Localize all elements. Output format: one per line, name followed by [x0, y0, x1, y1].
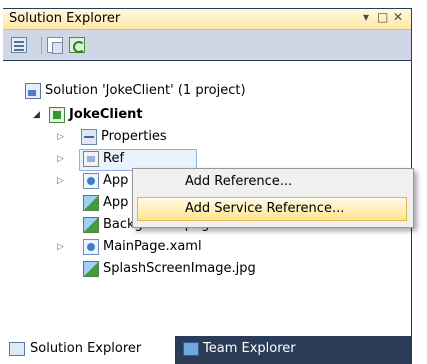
tab-label: Team Explorer [203, 341, 296, 356]
dropdown-icon[interactable]: ▾ [363, 10, 369, 24]
expand-icon[interactable]: ▷ [57, 149, 64, 169]
solution-node[interactable]: Solution 'JokeClient' (1 project) [3, 81, 403, 101]
solution-icon [25, 83, 41, 99]
image-file-icon [83, 261, 99, 277]
panel-title-bar[interactable]: Solution Explorer ▾ □ ✕ [3, 9, 411, 30]
toolbar [3, 30, 411, 60]
show-all-files-icon[interactable] [47, 37, 63, 54]
tab-label: Solution Explorer [30, 341, 142, 356]
tree-item-label: Ref [103, 151, 125, 166]
toolbar-separator [41, 37, 42, 54]
project-node[interactable]: ◢ JokeClient [3, 105, 403, 125]
tree-item-mainpage[interactable]: ▷ MainPage.xaml [3, 237, 403, 257]
solution-explorer-icon [9, 342, 25, 356]
expand-icon[interactable]: ▷ [57, 127, 64, 147]
tab-solution-explorer[interactable]: Solution Explorer [3, 336, 175, 364]
menu-item-add-service-reference[interactable]: Add Service Reference... [185, 198, 344, 220]
properties-folder-icon [81, 129, 97, 145]
tree-item-splash[interactable]: SplashScreenImage.jpg [3, 259, 403, 279]
tree-item-label: App [103, 173, 129, 188]
expand-icon[interactable]: ▷ [57, 171, 64, 191]
properties-icon[interactable] [11, 37, 27, 53]
expand-icon[interactable]: ▷ [57, 237, 64, 257]
solution-label: Solution 'JokeClient' (1 project) [45, 83, 246, 98]
tree-item-label: Properties [101, 129, 167, 144]
tab-team-explorer[interactable]: Team Explorer [179, 336, 329, 364]
project-label: JokeClient [69, 107, 143, 122]
tree-item-label: SplashScreenImage.jpg [103, 261, 256, 276]
xaml-file-icon [83, 239, 99, 255]
tree-item-label: MainPage.xaml [103, 239, 202, 254]
tree-item-label: App [103, 195, 129, 210]
xaml-file-icon [83, 173, 99, 189]
panel-tab-strip: Solution Explorer Team Explorer [3, 336, 411, 364]
collapse-icon[interactable]: ◢ [33, 105, 40, 125]
tree-item-references[interactable]: ▷ Ref [3, 149, 403, 169]
menu-item-add-reference[interactable]: Add Reference... [185, 171, 292, 193]
image-file-icon [83, 195, 99, 211]
references-icon [83, 151, 99, 167]
refresh-icon[interactable] [69, 37, 85, 53]
tree-item-properties[interactable]: ▷ Properties [3, 127, 403, 147]
close-icon[interactable]: ✕ [393, 10, 403, 24]
image-file-icon [83, 217, 99, 233]
project-icon [49, 107, 65, 123]
panel-title: Solution Explorer [9, 11, 121, 26]
team-explorer-icon [183, 342, 199, 356]
maximize-icon[interactable]: □ [377, 10, 388, 24]
context-menu: Add Reference... Add Service Reference..… [132, 168, 414, 228]
